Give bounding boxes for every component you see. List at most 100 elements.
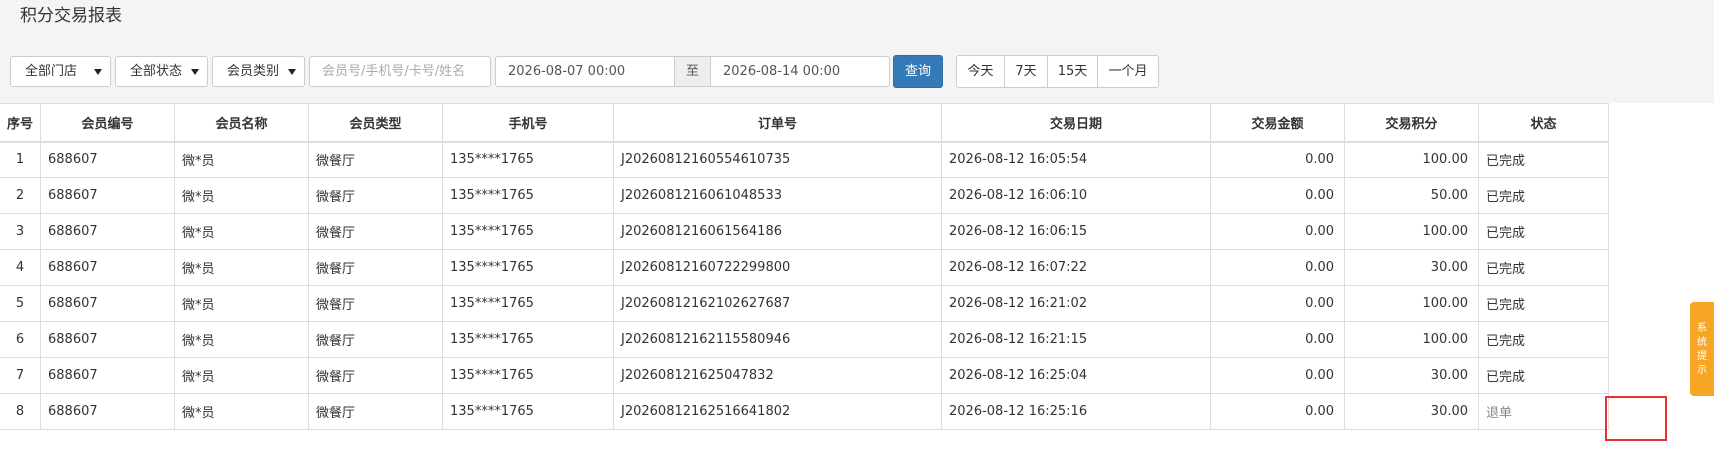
chevron-down-icon: [288, 69, 296, 75]
col-header-order-no[interactable]: 订单号: [613, 103, 943, 143]
cell-index: 2: [0, 177, 42, 214]
cell-index: 5: [0, 285, 42, 322]
cell-trade-amount: 0.00: [1210, 321, 1346, 358]
cell-member-type: 微餐厅: [308, 249, 444, 286]
store-select[interactable]: 全部门店: [10, 56, 111, 87]
cell-trade-date: 2026-08-12 16:25:16: [941, 393, 1212, 430]
transactions-table-container: 序号 会员编号 会员名称 会员类型 手机号 订单号 交易日期 交易金额 交易积分…: [0, 103, 1714, 455]
query-button[interactable]: 查询: [893, 55, 943, 88]
col-header-index[interactable]: 序号: [0, 103, 42, 143]
cell-trade-date: 2026-08-12 16:25:04: [941, 357, 1212, 394]
cell-member-type: 微餐厅: [308, 213, 444, 250]
table-row[interactable]: 8 688607 微*员 微餐厅 135****1765 J202608121625166…: [0, 393, 1610, 430]
cell-trade-amount: 0.00: [1210, 357, 1346, 394]
date-from-input[interactable]: [495, 56, 675, 87]
cell-phone: 135****1765: [442, 357, 615, 394]
cell-order-no: J202608121625047832: [613, 357, 943, 394]
cell-member-id: 688607: [40, 321, 176, 358]
cell-phone: 135****1765: [442, 177, 615, 214]
col-header-member-name[interactable]: 会员名称: [174, 103, 310, 143]
status-select[interactable]: 全部状态: [115, 56, 208, 87]
col-header-trade-amount[interactable]: 交易金额: [1210, 103, 1346, 143]
cell-member-type: 微餐厅: [308, 393, 444, 430]
cell-trade-amount: 0.00: [1210, 177, 1346, 214]
table-row[interactable]: 6 688607 微*员 微餐厅 135****1765 J202608121621155…: [0, 321, 1610, 358]
cell-trade-date: 2026-08-12 16:21:02: [941, 285, 1212, 322]
col-header-status[interactable]: 状态: [1478, 103, 1610, 143]
cell-status: 已完成: [1478, 141, 1610, 178]
quick-range-7-days[interactable]: 7天: [1004, 55, 1048, 88]
cell-phone: 135****1765: [442, 393, 615, 430]
table-row[interactable]: 7 688607 微*员 微餐厅 135****1765 J202608121625047…: [0, 357, 1610, 394]
cell-index: 1: [0, 141, 42, 178]
system-notice-label: 系统提示: [1697, 323, 1707, 376]
cell-trade-date: 2026-08-12 16:21:15: [941, 321, 1212, 358]
cell-member-id: 688607: [40, 141, 176, 178]
cell-trade-amount: 0.00: [1210, 141, 1346, 178]
cell-trade-date: 2026-08-12 16:07:22: [941, 249, 1212, 286]
cell-member-type: 微餐厅: [308, 357, 444, 394]
table-row[interactable]: 2 688607 微*员 微餐厅 135****1765 J202608121606104…: [0, 177, 1610, 214]
cell-trade-points: 100.00: [1344, 321, 1480, 358]
cell-member-name: 微*员: [174, 249, 310, 286]
chevron-down-icon: [191, 69, 199, 75]
cell-order-no: J20260812162115580946: [613, 321, 943, 358]
cell-member-name: 微*员: [174, 213, 310, 250]
cell-member-name: 微*员: [174, 141, 310, 178]
cell-member-type: 微餐厅: [308, 285, 444, 322]
cell-status: 已完成: [1478, 177, 1610, 214]
cell-index: 7: [0, 357, 42, 394]
cell-trade-points: 100.00: [1344, 141, 1480, 178]
cell-member-id: 688607: [40, 213, 176, 250]
member-type-select[interactable]: 会员类别: [212, 56, 305, 87]
cell-status: 已完成: [1478, 213, 1610, 250]
cell-member-id: 688607: [40, 249, 176, 286]
cell-phone: 135****1765: [442, 285, 615, 322]
cell-member-type: 微餐厅: [308, 141, 444, 178]
date-to-input[interactable]: [710, 56, 890, 87]
system-notice-tab[interactable]: 系统提示: [1690, 302, 1714, 396]
cell-trade-date: 2026-08-12 16:06:15: [941, 213, 1212, 250]
cell-trade-points: 100.00: [1344, 213, 1480, 250]
cell-trade-points: 100.00: [1344, 285, 1480, 322]
points-transactions-table: 序号 会员编号 会员名称 会员类型 手机号 订单号 交易日期 交易金额 交易积分…: [0, 103, 1610, 430]
table-row[interactable]: 5 688607 微*员 微餐厅 135****1765 J202608121621026…: [0, 285, 1610, 322]
cell-status: 已完成: [1478, 357, 1610, 394]
col-header-member-type[interactable]: 会员类型: [308, 103, 444, 143]
cell-phone: 135****1765: [442, 141, 615, 178]
cell-trade-amount: 0.00: [1210, 393, 1346, 430]
cell-order-no: J2026081216061564186: [613, 213, 943, 250]
page-title: 积分交易报表: [20, 6, 122, 26]
cell-member-id: 688607: [40, 393, 176, 430]
cell-trade-amount: 0.00: [1210, 213, 1346, 250]
col-header-trade-points[interactable]: 交易积分: [1344, 103, 1480, 143]
cell-order-no: J20260812160722299800: [613, 249, 943, 286]
col-header-trade-date[interactable]: 交易日期: [941, 103, 1212, 143]
cell-order-no: J20260812162516641802: [613, 393, 943, 430]
cell-trade-points: 50.00: [1344, 177, 1480, 214]
cell-phone: 135****1765: [442, 249, 615, 286]
cell-trade-points: 30.00: [1344, 357, 1480, 394]
cell-member-name: 微*员: [174, 321, 310, 358]
cell-member-id: 688607: [40, 357, 176, 394]
cell-member-id: 688607: [40, 177, 176, 214]
cell-order-no: J20260812162102627687: [613, 285, 943, 322]
cell-member-name: 微*员: [174, 357, 310, 394]
member-type-select-value: 会员类别: [227, 64, 280, 79]
quick-range-today[interactable]: 今天: [956, 55, 1005, 88]
col-header-member-id[interactable]: 会员编号: [40, 103, 176, 143]
table-row[interactable]: 3 688607 微*员 微餐厅 135****1765 J202608121606156…: [0, 213, 1610, 250]
cell-member-name: 微*员: [174, 177, 310, 214]
table-row[interactable]: 4 688607 微*员 微餐厅 135****1765 J202608121607222…: [0, 249, 1610, 286]
quick-range-one-month[interactable]: 一个月: [1097, 55, 1159, 88]
cell-order-no: J20260812160554610735: [613, 141, 943, 178]
cell-status: 已完成: [1478, 321, 1610, 358]
cell-status: 已完成: [1478, 285, 1610, 322]
cell-status: 已完成: [1478, 249, 1610, 286]
col-header-phone[interactable]: 手机号: [442, 103, 615, 143]
member-search-input[interactable]: [309, 56, 491, 87]
cell-member-type: 微餐厅: [308, 321, 444, 358]
table-row[interactable]: 1 688607 微*员 微餐厅 135****1765 J202608121605546…: [0, 141, 1610, 178]
cell-status: 退单: [1478, 393, 1610, 430]
quick-range-15-days[interactable]: 15天: [1047, 55, 1098, 88]
